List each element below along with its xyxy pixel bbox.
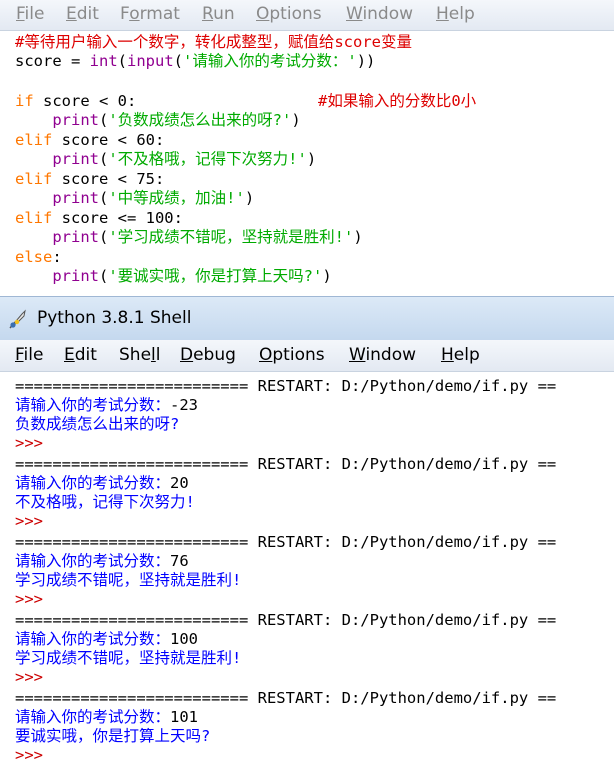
shell-window-title: Python 3.8.1 Shell [37,308,192,328]
code-line-9: print('中等成绩，加油!') [52,189,255,207]
editor-menu-file[interactable]: File [16,4,44,24]
shell-prompt: >>> [15,590,43,608]
shell-menu-help[interactable]: Help [441,345,480,365]
shell-menubar: File Edit Shell Debug Options Window Hel… [0,340,614,372]
editor-menu-run[interactable]: Run [202,4,235,24]
shell-titlebar[interactable]: Python 3.8.1 Shell [0,296,614,341]
code-line-6: elif score < 60: [15,131,165,149]
code-line-13: print('要诚实哦，你是打算上天吗?') [52,267,332,285]
shell-menu-window[interactable]: Window [349,345,416,365]
restart-banner: ========================= RESTART: D:/Py… [15,533,557,551]
python-feather-icon [9,309,26,329]
input-line: 请输入你的考试分数：100 [15,630,199,648]
code-line-8: elif score < 75: [15,170,165,188]
shell-menu-shell[interactable]: Shell [119,345,161,365]
code-line-1: #等待用户输入一个数字，转化成整型，赋值给score变量 [15,33,412,51]
code-line-5: print('负数成绩怎么出来的呀?') [52,111,301,129]
input-line: 请输入你的考试分数：-23 [15,396,199,414]
code-line-4: if score < 0: [15,92,137,110]
shell-menu-options[interactable]: Options [259,345,325,365]
shell-prompt: >>> [15,746,43,764]
editor-menu-options[interactable]: Options [256,4,322,24]
code-line-11: print('学习成绩不错呢，坚持就是胜利!') [52,228,363,246]
output-line: 不及格哦，记得下次努力! [15,493,195,511]
restart-banner: ========================= RESTART: D:/Py… [15,455,557,473]
shell-prompt: >>> [15,668,43,686]
output-line: 负数成绩怎么出来的呀? [15,415,180,433]
restart-banner: ========================= RESTART: D:/Py… [15,611,557,629]
code-line-10: elif score <= 100: [15,209,183,227]
shell-menu-edit[interactable]: Edit [64,345,97,365]
output-line: 要诚实哦，你是打算上天吗? [15,727,211,745]
shell-menu-file[interactable]: File [15,345,43,365]
code-line-2: score = int(input('请输入你的考试分数：')) [15,52,376,70]
code-line-12: else: [15,248,62,266]
code-editor[interactable]: #等待用户输入一个数字，转化成整型，赋值给score变量 score = int… [0,31,614,295]
editor-menu-help[interactable]: Help [436,4,475,24]
input-line: 请输入你的考试分数：20 [15,474,189,492]
shell-prompt: >>> [15,512,43,530]
shell-output[interactable]: ========================= RESTART: D:/Py… [0,372,614,768]
editor-menu-format[interactable]: Format [120,4,180,24]
code-line-4-comment: #如果输入的分数比0小 [318,92,477,110]
shell-prompt: >>> [15,434,43,452]
editor-menubar: File Edit Format Run Options Window Help [0,0,614,31]
editor-menu-window[interactable]: Window [346,4,413,24]
editor-menu-edit[interactable]: Edit [66,4,99,24]
restart-banner: ========================= RESTART: D:/Py… [15,689,557,707]
input-line: 请输入你的考试分数：76 [15,552,189,570]
shell-menu-debug[interactable]: Debug [180,345,236,365]
input-line: 请输入你的考试分数：101 [15,708,199,726]
restart-banner: ========================= RESTART: D:/Py… [15,377,557,395]
output-line: 学习成绩不错呢，坚持就是胜利! [15,571,242,589]
output-line: 学习成绩不错呢，坚持就是胜利! [15,649,242,667]
code-line-7: print('不及格哦，记得下次努力!') [52,150,317,168]
